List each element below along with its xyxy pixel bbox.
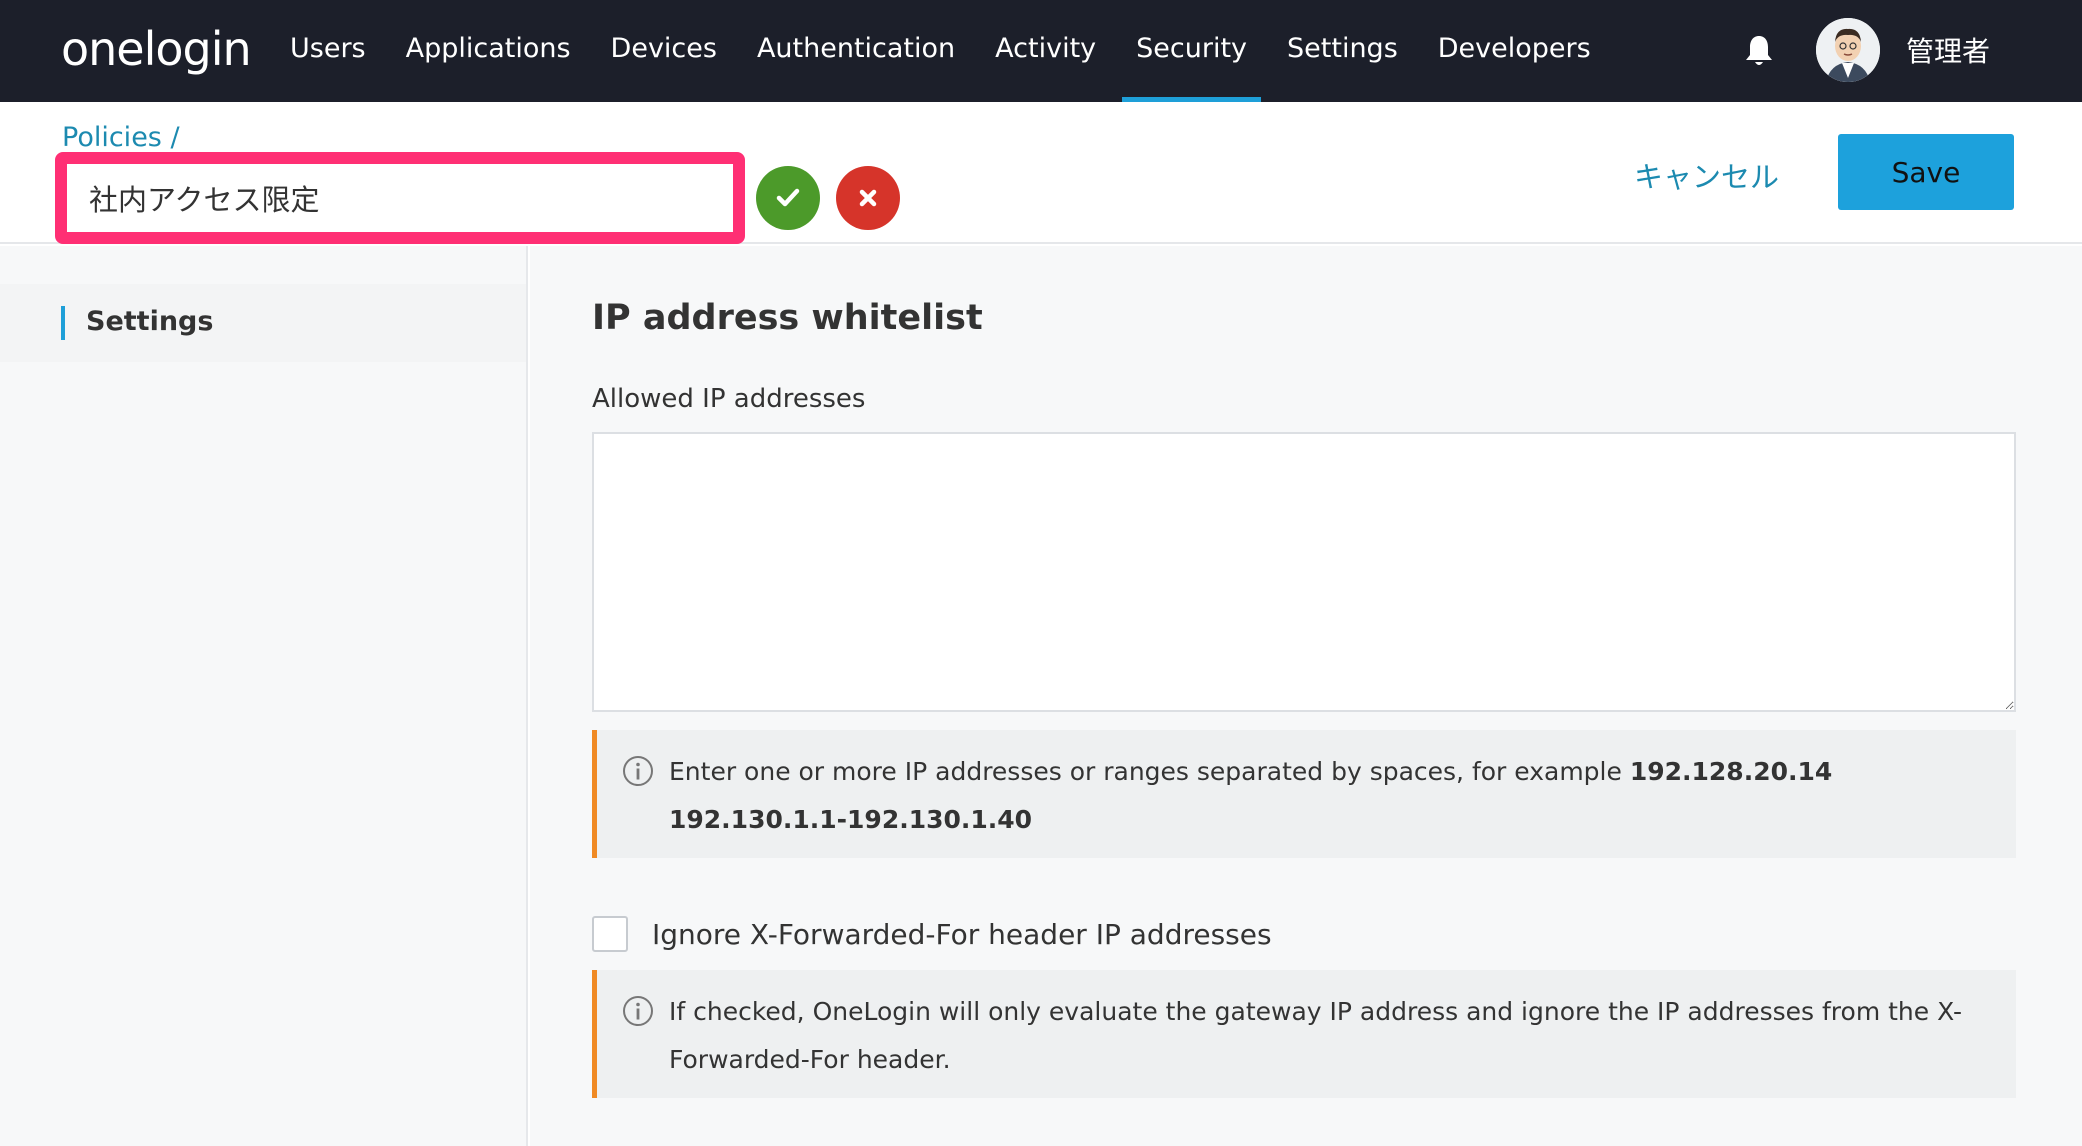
- bell-icon[interactable]: [1744, 34, 1774, 68]
- section-title: IP address whitelist: [592, 298, 983, 338]
- ignore-xff-label[interactable]: Ignore X-Forwarded-For header IP address…: [652, 918, 1272, 951]
- top-navigation-bar: onelogin Users Applications Devices Auth…: [0, 0, 2082, 102]
- cancel-link[interactable]: キャンセル: [1634, 154, 1779, 196]
- main-nav: Users Applications Devices Authenticatio…: [270, 0, 1611, 102]
- discard-name-button[interactable]: [836, 166, 900, 230]
- ignore-xff-checkbox[interactable]: [592, 916, 628, 952]
- nav-item-users[interactable]: Users: [270, 0, 386, 102]
- info-icon: [621, 754, 655, 788]
- save-button[interactable]: Save: [1838, 134, 2014, 210]
- sidebar-active-indicator: [61, 306, 65, 340]
- check-icon: [776, 188, 800, 207]
- avatar[interactable]: [1816, 18, 1880, 82]
- xff-info-text: If checked, OneLogin will only evaluate …: [669, 997, 1963, 1074]
- nav-item-settings[interactable]: Settings: [1267, 0, 1418, 102]
- breadcrumb-policies[interactable]: Policies /: [62, 122, 180, 153]
- policy-name-input[interactable]: [67, 164, 733, 232]
- user-name[interactable]: 管理者: [1906, 30, 1990, 70]
- policy-name-highlight: [55, 152, 745, 244]
- onelogin-logo[interactable]: onelogin: [61, 22, 252, 76]
- info-icon: [621, 994, 655, 1028]
- main-content: IP address whitelist Allowed IP addresse…: [530, 246, 2082, 1146]
- ip-info-text: Enter one or more IP addresses or ranges…: [669, 757, 1833, 834]
- nav-item-activity[interactable]: Activity: [975, 0, 1116, 102]
- nav-item-devices[interactable]: Devices: [591, 0, 737, 102]
- nav-item-developers[interactable]: Developers: [1418, 0, 1611, 102]
- nav-item-security[interactable]: Security: [1116, 0, 1267, 102]
- sidebar-item-settings[interactable]: Settings: [0, 284, 526, 362]
- close-icon: [859, 189, 877, 207]
- sidebar: Settings: [0, 246, 528, 1146]
- sidebar-item-label: Settings: [86, 306, 214, 337]
- xff-info-box: If checked, OneLogin will only evaluate …: [592, 970, 2016, 1098]
- ignore-xff-row[interactable]: Ignore X-Forwarded-For header IP address…: [592, 916, 1272, 952]
- ip-info-box: Enter one or more IP addresses or ranges…: [592, 730, 2016, 858]
- allowed-ip-textarea[interactable]: [592, 432, 2016, 712]
- nav-item-authentication[interactable]: Authentication: [737, 0, 975, 102]
- confirm-name-button[interactable]: [756, 166, 820, 230]
- nav-item-applications[interactable]: Applications: [386, 0, 591, 102]
- allowed-ip-label: Allowed IP addresses: [592, 384, 866, 414]
